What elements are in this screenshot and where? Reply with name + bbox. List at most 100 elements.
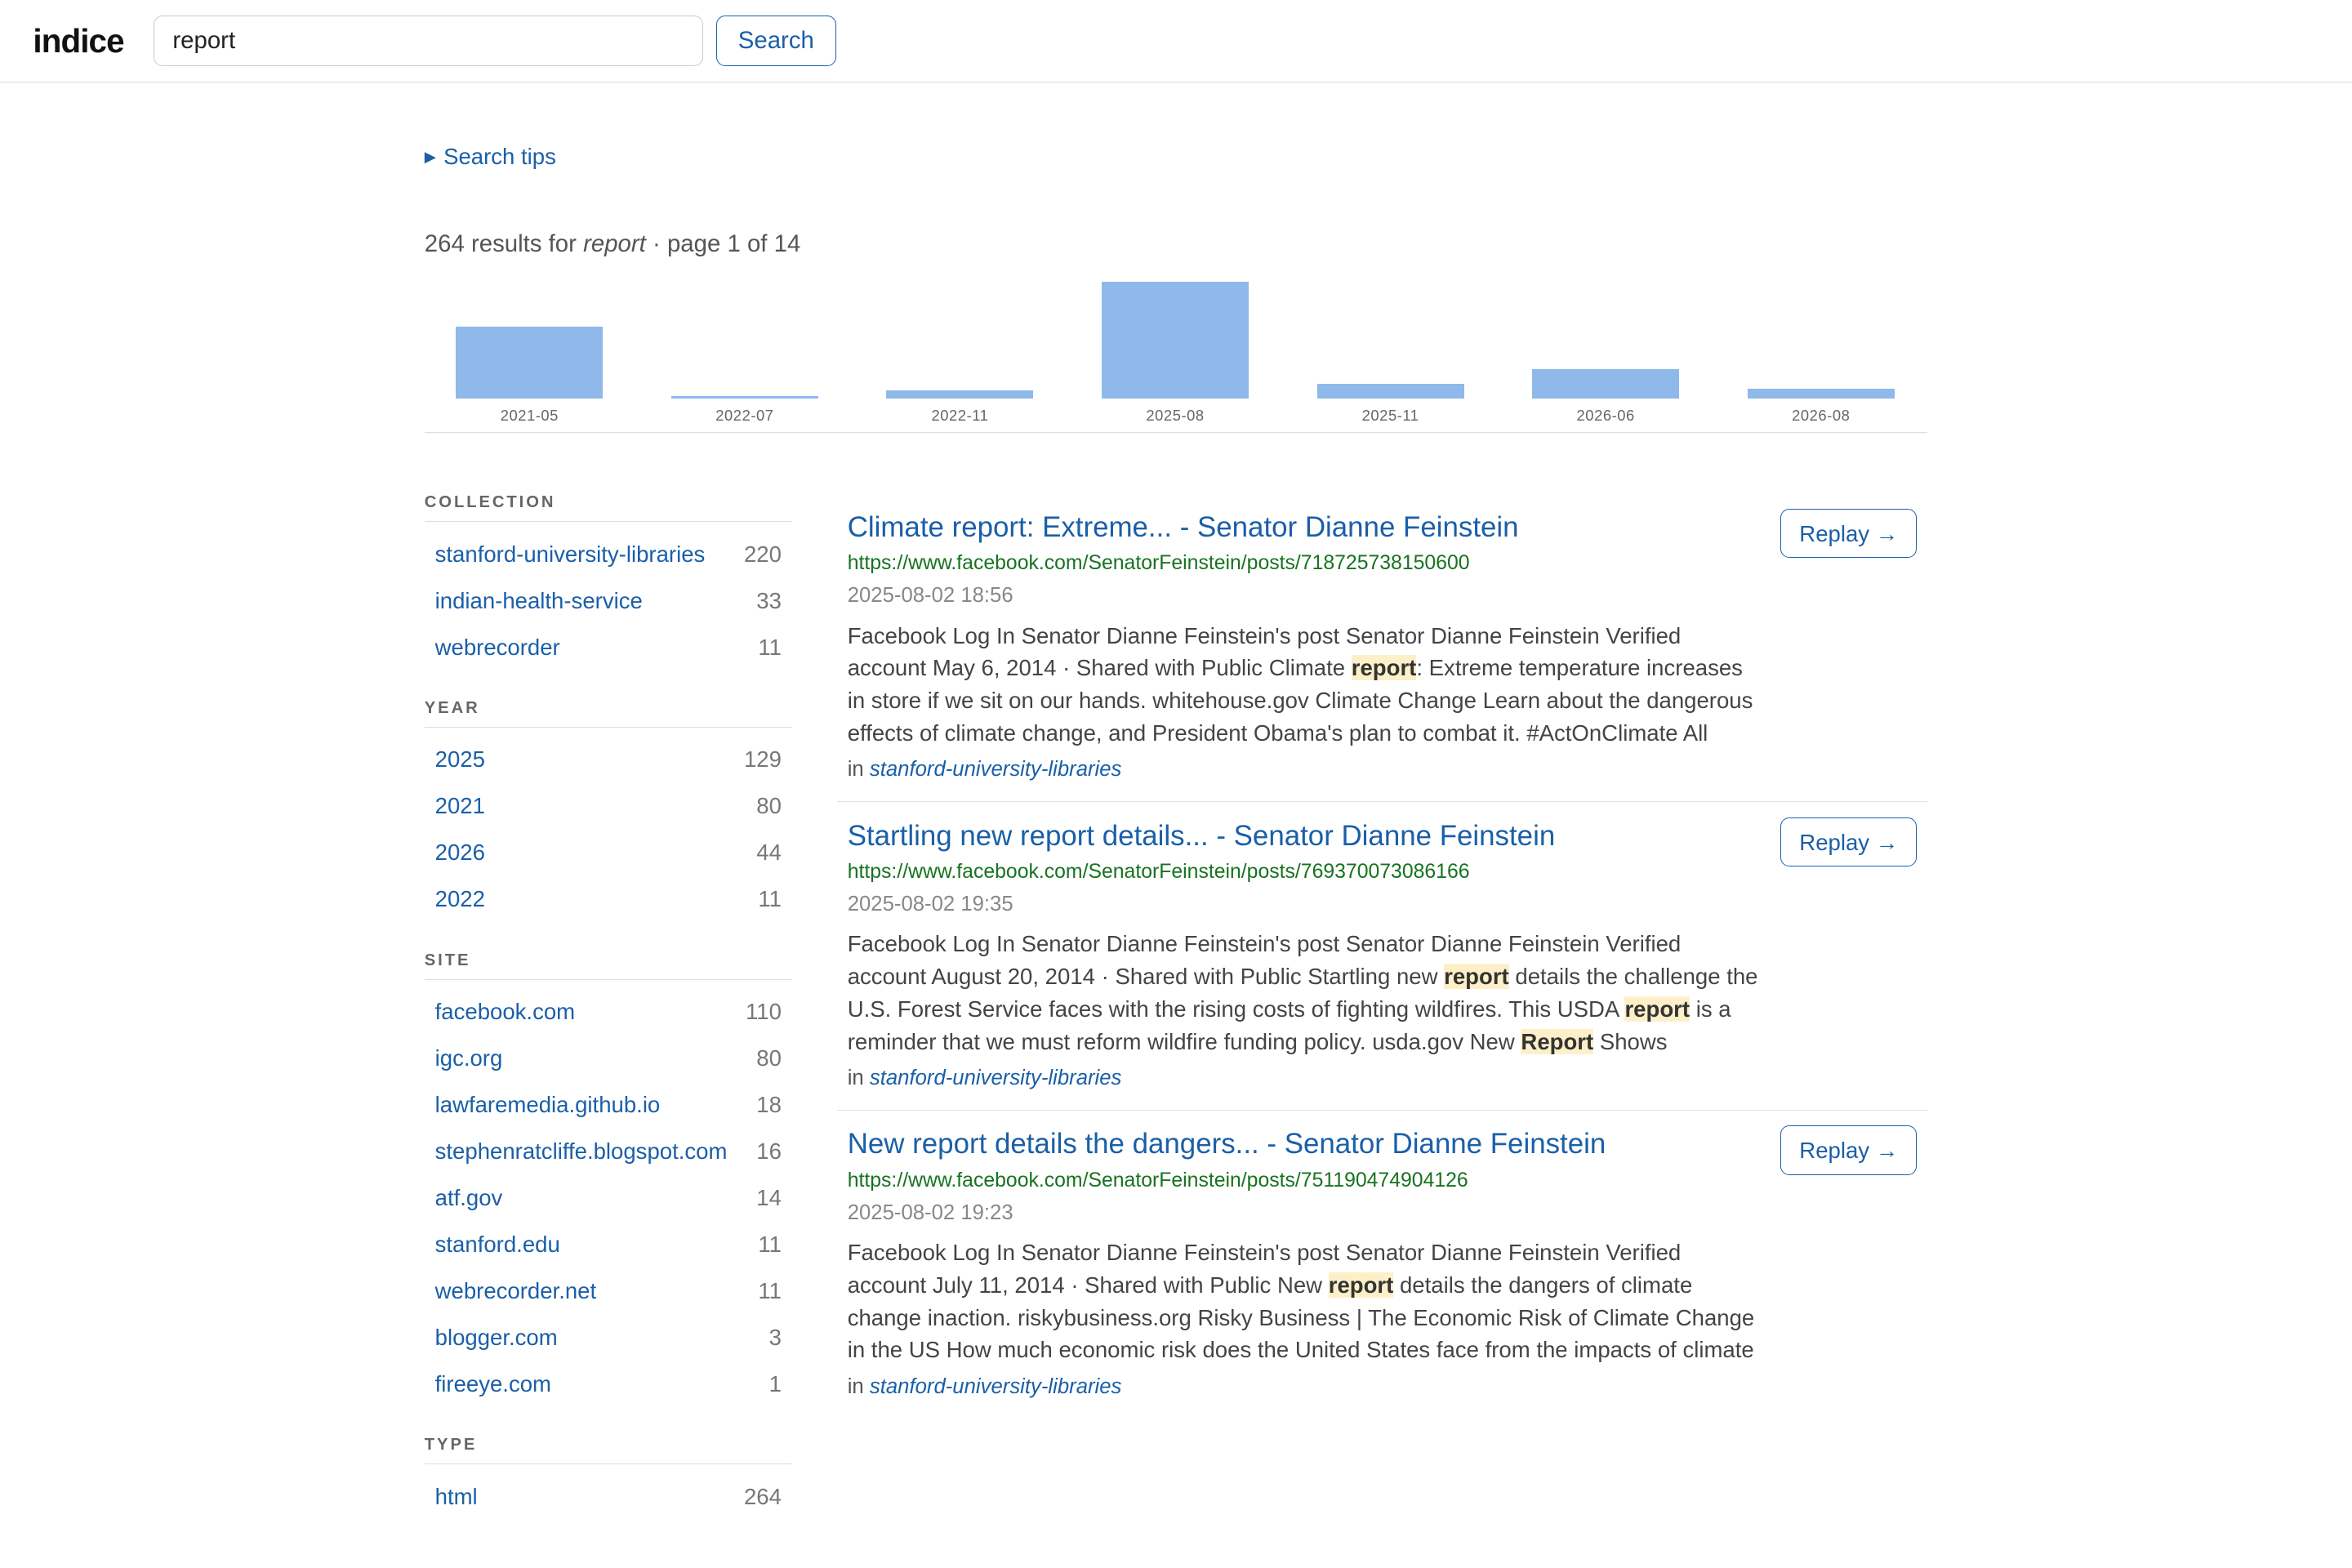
histogram-label: 2026-06 [1576,406,1635,424]
facet-item-name[interactable]: webrecorder [435,635,560,661]
result-title-link[interactable]: New report details the dangers... - Sena… [848,1125,1918,1163]
top-bar: indice Search [0,0,2352,83]
result-snippet: Facebook Log In Senator Dianne Feinstein… [848,1236,1762,1366]
result-date: 2025-08-02 19:35 [847,892,1013,915]
snippet-highlight: report [1444,964,1509,990]
result-date: 2025-08-02 18:56 [847,583,1013,607]
facet-item[interactable]: indian-health-service 33 [425,577,792,624]
facet-item-name[interactable]: stephenratcliffe.blogspot.com [435,1138,728,1165]
result-snippet: Facebook Log In Senator Dianne Feinstein… [848,620,1762,750]
facet-item[interactable]: webrecorder.net 11 [425,1267,792,1314]
facet-item-count: 14 [756,1184,782,1210]
result-in-label: in [847,1375,864,1399]
replay-button[interactable]: Replay → [1780,508,1918,559]
facet-item-count: 110 [746,999,782,1025]
histogram-label: 2025-11 [1361,406,1419,424]
facet-item[interactable]: igc.org 80 [425,1036,792,1082]
facet-heading: SITE [424,951,792,980]
main-content: ▶ Search tips 264 results for report · p… [424,144,1928,1509]
facet-item-count: 264 [743,1483,782,1509]
result-collection-link[interactable]: stanford-university-libraries [870,1067,1122,1089]
results-query: report [583,229,646,257]
facet-item-name[interactable]: igc.org [435,1045,503,1071]
results-summary: 264 results for report · page 1 of 14 [425,230,1927,258]
result-snippet: Facebook Log In Senator Dianne Feinstein… [848,928,1762,1058]
facet-item-name[interactable]: blogger.com [435,1325,558,1351]
facet-item-name[interactable]: facebook.com [435,999,576,1025]
logo[interactable]: indice [33,22,124,60]
result-collection-link[interactable]: stanford-university-libraries [870,758,1122,781]
histogram-label: 2022-11 [931,406,989,424]
result-collection: in stanford-university-libraries [848,1375,1918,1399]
result-title-link[interactable]: Climate report: Extreme... - Senator Dia… [848,509,1918,546]
facet-item[interactable]: 2022 11 [425,876,792,923]
facet-item[interactable]: lawfaremedia.github.io 18 [425,1082,792,1129]
result-title-link[interactable]: Startling new report details... - Senato… [848,817,1918,855]
facet-item-name[interactable]: 2022 [435,886,485,912]
facet-item-count: 16 [756,1138,782,1164]
facet-item-count: 220 [743,541,782,567]
facet-item-name[interactable]: 2025 [435,746,485,773]
facet-item-count: 80 [756,793,782,819]
facet-item[interactable]: stanford.edu 11 [425,1221,792,1267]
facet-item[interactable]: atf.gov 14 [425,1174,792,1221]
facet-item-name[interactable]: 2021 [435,793,485,819]
results-count: 264 results for [424,229,577,257]
search-input[interactable] [154,15,703,67]
result-item: Startling new report details... - Senato… [836,802,1928,1111]
facet-item-count: 33 [756,587,782,613]
replay-button[interactable]: Replay → [1780,817,1918,867]
facet-item[interactable]: blogger.com 3 [425,1314,792,1361]
facet-item[interactable]: fireeye.com 1 [425,1361,792,1407]
facet-item-name[interactable]: html [435,1484,478,1510]
facet-item-name[interactable]: atf.gov [435,1185,503,1211]
facet-sidebar: COLLECTION stanford-university-libraries 2… [424,493,792,1548]
histogram-bar-2021-05[interactable] [456,326,604,399]
result-url: https://www.facebook.com/SenatorFeinstei… [847,551,1470,574]
results-list: Climate report: Extreme... - Senator Dia… [836,493,1928,1419]
facet-item-name[interactable]: stanford.edu [435,1232,560,1258]
search-tips-toggle[interactable]: ▶ Search tips [425,144,1927,170]
histogram-bar-2022-11[interactable] [886,390,1034,399]
facet-item-name[interactable]: fireeye.com [435,1371,551,1397]
results-page: · page 1 of 14 [653,229,801,257]
histogram-bar-2025-08[interactable] [1102,282,1250,399]
facet-item[interactable]: stanford-university-libraries 220 [425,531,792,577]
histogram-bar-2022-07[interactable] [670,395,818,399]
facet-item-count: 11 [758,1231,782,1257]
facet-item-count: 44 [756,840,782,866]
facet-item-name[interactable]: 2026 [435,840,485,866]
histogram-label: 2021-05 [500,406,559,424]
facet-item-name[interactable]: indian-health-service [435,588,643,614]
histogram-label: 2022-07 [715,406,774,424]
facet-item-name[interactable]: stanford-university-libraries [435,541,706,568]
facet-item[interactable]: 2021 80 [425,783,792,830]
facet-item[interactable]: 2025 129 [425,737,792,783]
facet-item-count: 18 [756,1092,782,1118]
facet-item[interactable]: 2026 44 [425,830,792,876]
histogram-bar-2026-06[interactable] [1532,368,1680,399]
snippet-highlight: report [1624,996,1690,1022]
facet-item-count: 3 [768,1324,782,1350]
facet-item-name[interactable]: lawfaremedia.github.io [435,1092,661,1118]
snippet-highlight: report [1328,1272,1394,1298]
result-item: New report details the dangers... - Sena… [837,1111,1927,1419]
facet-item-name[interactable]: webrecorder.net [435,1278,597,1304]
result-collection: in stanford-university-libraries [848,758,1918,782]
result-collection-link[interactable]: stanford-university-libraries [870,1375,1122,1398]
histogram-bar-2025-11[interactable] [1316,383,1464,399]
facet-item[interactable]: stephenratcliffe.blogspot.com 16 [425,1129,792,1175]
search-button[interactable]: Search [716,15,836,67]
result-collection: in stanford-university-libraries [848,1067,1918,1090]
result-in-label: in [847,758,864,782]
date-histogram: 2021-05 2022-07 2022-11 2025-08 2025-11 2026-… [424,270,1928,433]
result-item: Climate report: Extreme... - Senator Dia… [836,493,1928,803]
facet-item[interactable]: webrecorder 11 [425,624,792,670]
facet-item[interactable]: html 264 [425,1473,792,1520]
replay-button[interactable]: Replay → [1780,1125,1918,1176]
histogram-label: 2025-08 [1146,406,1205,424]
facet-item-count: 80 [756,1045,782,1071]
facet-group-type: TYPE html 264 [424,1436,792,1520]
facet-item[interactable]: facebook.com 110 [425,989,792,1036]
histogram-bar-2026-08[interactable] [1747,389,1895,399]
